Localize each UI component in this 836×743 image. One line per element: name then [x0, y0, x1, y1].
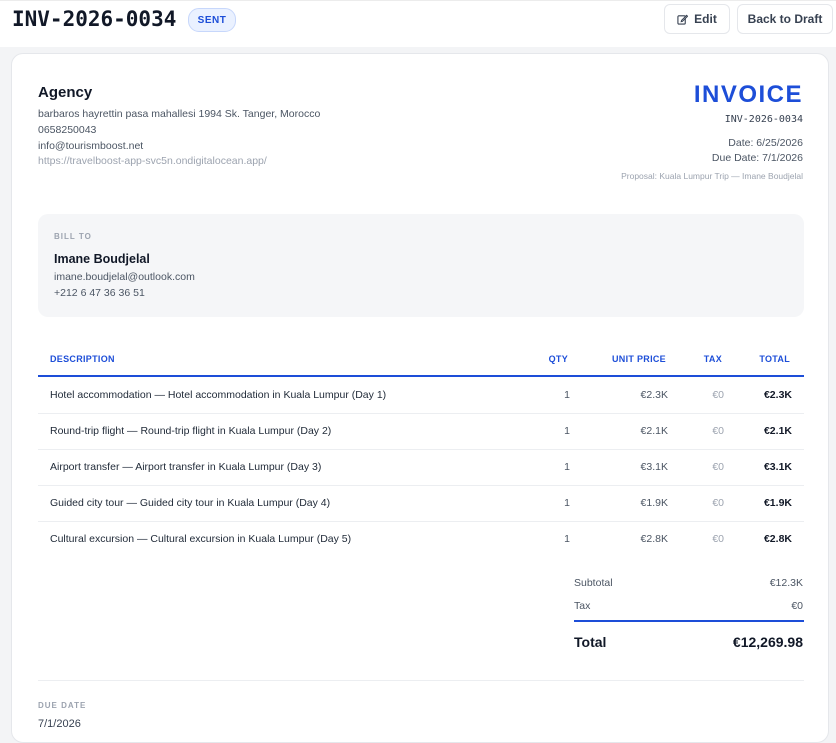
cell-qty: 1 — [564, 533, 570, 545]
cell-tax: €0 — [712, 497, 724, 509]
cell-qty: 1 — [564, 425, 570, 437]
agency-phone: 0658250043 — [38, 124, 97, 136]
agency-address: barbaros hayrettin pasa mahallesi 1994 S… — [38, 108, 321, 120]
table-row: Guided city tour — Guided city tour in K… — [38, 485, 804, 522]
edit-button[interactable]: Edit — [664, 4, 730, 34]
cell-qty: 1 — [564, 389, 570, 401]
col-header-qty: QTY — [548, 354, 568, 364]
cell-tax: €0 — [712, 389, 724, 401]
agency-website[interactable]: https://travelboost-app-svc5n.ondigitalo… — [38, 155, 267, 167]
cell-description: Hotel accommodation — Hotel accommodatio… — [50, 389, 387, 401]
col-header-unit-price: UNIT PRICE — [611, 354, 666, 364]
status-badge: SENT — [188, 8, 236, 32]
cell-description: Guided city tour — Guided city tour in K… — [50, 497, 331, 509]
client-phone: +212 6 47 36 36 51 — [54, 287, 145, 299]
cell-unit-price: €2.3K — [640, 389, 668, 401]
invoice-number: INV-2026-0034 — [724, 114, 803, 125]
cell-tax: €0 — [712, 533, 724, 545]
tax-value: €0 — [791, 600, 803, 612]
due-date-label: DUE DATE — [38, 701, 87, 710]
total-value: €12,269.98 — [732, 634, 803, 650]
cell-description: Airport transfer — Airport transfer in K… — [50, 461, 322, 473]
agency-email: info@tourismboost.net — [38, 140, 144, 152]
edit-button-label: Edit — [694, 12, 717, 26]
tax-label: Tax — [574, 600, 591, 612]
cell-tax: €0 — [712, 461, 724, 473]
total-rule — [574, 620, 804, 622]
invoice-due-date: Due Date: 7/1/2026 — [711, 152, 803, 164]
cell-unit-price: €3.1K — [640, 461, 668, 473]
footer-divider — [38, 680, 804, 681]
cell-qty: 1 — [564, 461, 570, 473]
bill-to-panel: BILL TO Imane Boudjelal imane.boudjelal@… — [38, 214, 804, 317]
table-row: Hotel accommodation — Hotel accommodatio… — [38, 377, 804, 414]
invoice-date: Date: 6/25/2026 — [728, 137, 803, 149]
cell-description: Round-trip flight — Round-trip flight in… — [50, 425, 332, 437]
table-row: Airport transfer — Airport transfer in K… — [38, 449, 804, 486]
cell-total: €2.3K — [763, 389, 792, 401]
table-row: Cultural excursion — Cultural excursion … — [38, 521, 804, 557]
total-label: Total — [574, 634, 607, 650]
invoice-proposal: Proposal: Kuala Lumpur Trip — Imane Boud… — [621, 171, 803, 181]
cell-unit-price: €2.8K — [640, 533, 668, 545]
page-header: INV-2026-0034 SENT Edit Back to Draft — [0, 0, 836, 47]
subtotal-value: €12.3K — [769, 577, 803, 589]
client-email: imane.boudjelal@outlook.com — [54, 271, 195, 283]
cell-unit-price: €2.1K — [640, 425, 668, 437]
invoice-card: Agency barbaros hayrettin pasa mahallesi… — [11, 53, 829, 743]
page-title: INV-2026-0034 — [12, 7, 177, 31]
invoice-heading: INVOICE — [693, 81, 803, 108]
due-date-value: 7/1/2026 — [38, 718, 81, 730]
bill-to-label: BILL TO — [54, 232, 92, 241]
col-header-tax: TAX — [703, 354, 722, 364]
col-header-total: TOTAL — [759, 354, 790, 364]
subtotal-label: Subtotal — [574, 577, 613, 589]
cell-total: €1.9K — [763, 497, 792, 509]
cell-total: €3.1K — [763, 461, 792, 473]
cell-unit-price: €1.9K — [640, 497, 668, 509]
cell-total: €2.1K — [763, 425, 792, 437]
col-header-description: DESCRIPTION — [50, 354, 115, 364]
cell-tax: €0 — [712, 425, 724, 437]
client-name: Imane Boudjelal — [54, 252, 150, 266]
table-row: Round-trip flight — Round-trip flight in… — [38, 413, 804, 450]
cell-description: Cultural excursion — Cultural excursion … — [50, 533, 352, 545]
cell-total: €2.8K — [763, 533, 792, 545]
agency-name: Agency — [38, 84, 93, 101]
edit-icon — [677, 14, 689, 25]
back-to-draft-button[interactable]: Back to Draft — [737, 4, 833, 34]
cell-qty: 1 — [564, 497, 570, 509]
